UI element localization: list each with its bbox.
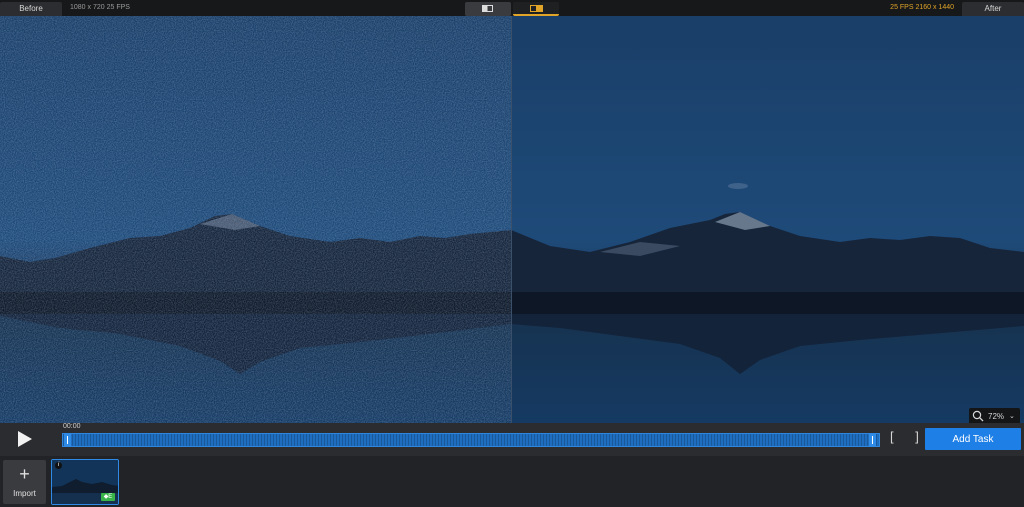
trim-start-handle[interactable] bbox=[64, 433, 71, 447]
enhanced-badge: ◆E bbox=[101, 493, 115, 501]
import-button[interactable]: + Import bbox=[3, 460, 46, 504]
import-label: Import bbox=[13, 489, 36, 498]
top-bar: Before 1080 x 720 25 FPS 25 FPS 2160 x 1… bbox=[0, 0, 1024, 16]
current-time: 00:00 bbox=[63, 423, 81, 430]
timeline-track[interactable] bbox=[62, 433, 880, 447]
split-view-button[interactable] bbox=[465, 2, 511, 16]
media-strip: + Import i ◆E bbox=[0, 456, 1024, 507]
before-preview bbox=[0, 16, 511, 423]
noise-overlay bbox=[0, 16, 511, 423]
plus-icon: + bbox=[19, 464, 30, 484]
info-icon[interactable]: i bbox=[55, 462, 62, 469]
media-thumbnail[interactable]: i ◆E bbox=[51, 459, 119, 505]
add-task-button[interactable]: Add Task bbox=[925, 428, 1021, 450]
side-by-side-view-button[interactable] bbox=[513, 2, 559, 16]
playback-bar: 00:00 [ ] Add Task bbox=[0, 423, 1024, 456]
split-view-icon bbox=[482, 5, 493, 12]
side-by-side-view-icon-fill bbox=[536, 5, 543, 12]
magnifier-icon bbox=[972, 410, 984, 422]
play-button[interactable] bbox=[14, 429, 36, 449]
trim-end-handle[interactable] bbox=[869, 433, 876, 447]
preview-viewer[interactable]: 72% ⌄ bbox=[0, 16, 1024, 423]
landscape-image-after bbox=[512, 16, 1024, 423]
after-resolution-fps: 25 FPS 2160 x 1440 bbox=[890, 4, 954, 11]
compare-divider[interactable] bbox=[511, 16, 512, 423]
zoom-level: 72% bbox=[988, 412, 1005, 421]
trim-brackets-button[interactable]: [ ] bbox=[890, 429, 928, 444]
play-icon bbox=[18, 431, 32, 447]
before-resolution-fps: 1080 x 720 25 FPS bbox=[70, 4, 130, 11]
before-label: Before bbox=[0, 2, 62, 16]
after-label: After bbox=[962, 2, 1024, 16]
after-preview bbox=[512, 16, 1024, 423]
chevron-down-icon: ⌄ bbox=[1009, 413, 1015, 420]
zoom-control[interactable]: 72% ⌄ bbox=[969, 408, 1020, 423]
